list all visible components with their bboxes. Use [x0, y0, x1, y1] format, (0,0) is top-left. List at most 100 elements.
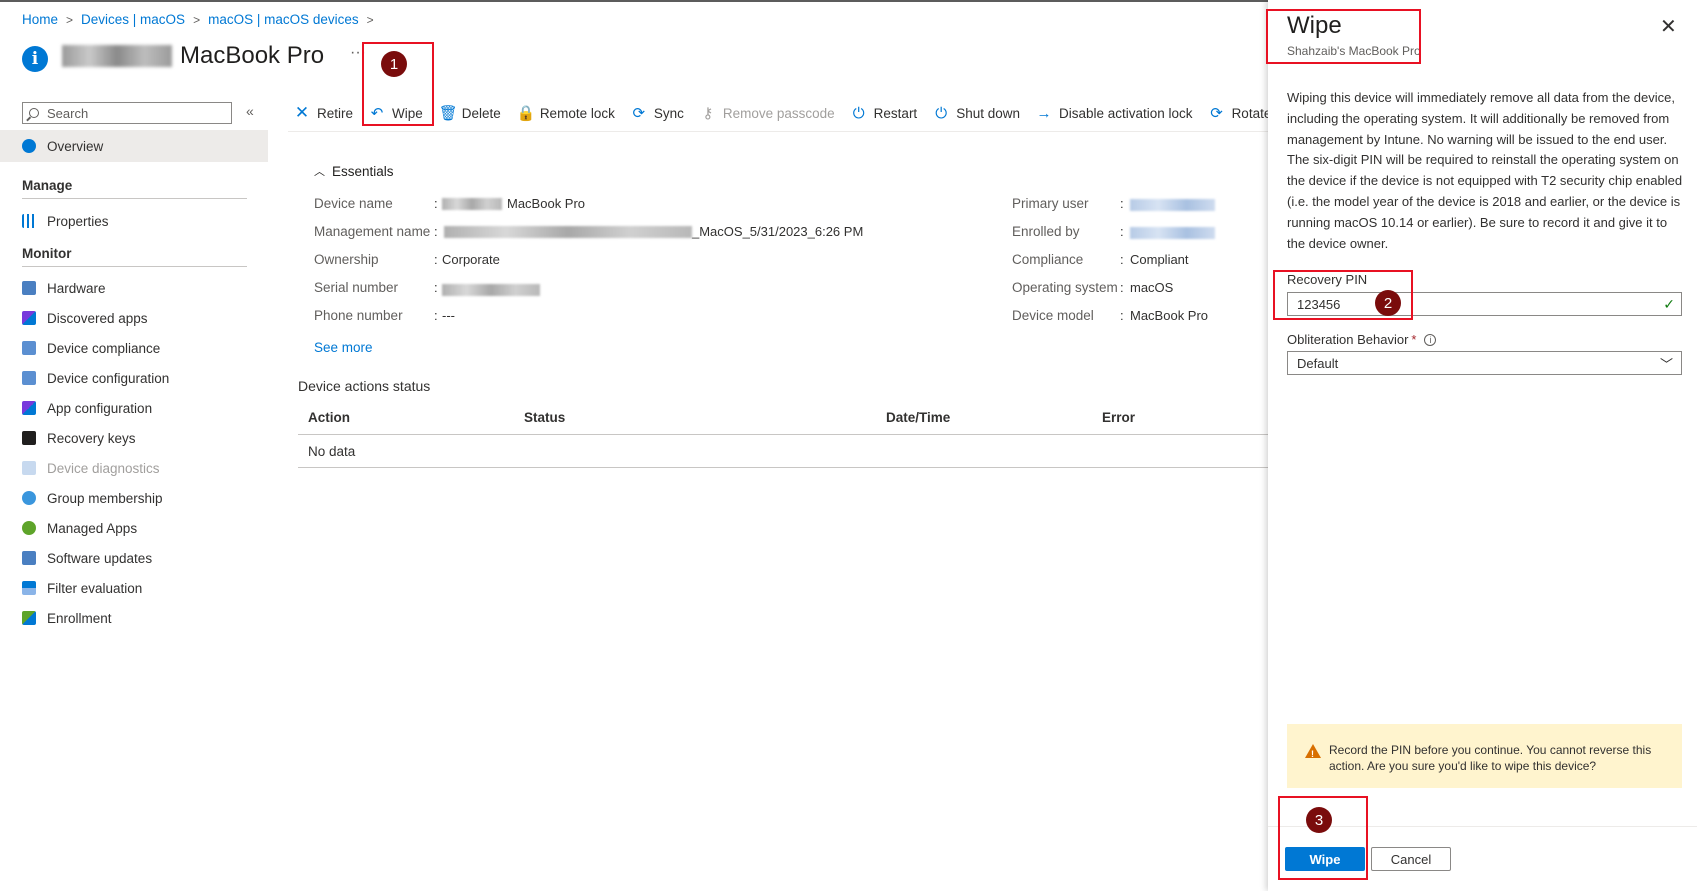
apps-icon: [22, 311, 36, 325]
shut-down-label: Shut down: [956, 105, 1020, 121]
enrollment-icon: [22, 611, 36, 625]
breadcrumb-home[interactable]: Home: [22, 12, 58, 27]
callout-highlight-panel-title: [1266, 9, 1421, 64]
column-header-action[interactable]: Action: [308, 410, 350, 425]
restart-button[interactable]: ⏻ Restart: [851, 105, 917, 122]
sync-label: Sync: [653, 105, 684, 121]
delete-button[interactable]: 🗑 Delete: [439, 104, 501, 122]
key-icon: ⚷: [702, 105, 714, 122]
redacted-text: [444, 225, 692, 238]
checkmark-icon: ✓: [1663, 295, 1675, 312]
divider: [298, 434, 1268, 435]
software-updates-icon: [22, 551, 36, 565]
power-icon: ⏻: [935, 104, 948, 122]
field-label: Ownership: [314, 252, 379, 267]
device-model-value: MacBook Pro: [1130, 308, 1209, 323]
sidebar-item-properties[interactable]: Properties: [0, 205, 268, 237]
sidebar-item-software-updates[interactable]: Software updates: [0, 542, 268, 574]
dropdown-selected-value: Default: [1297, 355, 1339, 371]
manage-section-header: Manage: [22, 178, 73, 193]
sync-button[interactable]: ⟳ Sync: [631, 104, 684, 122]
sidebar-item-label: Properties: [47, 213, 109, 229]
enrolled-by-value[interactable]: [1130, 227, 1215, 239]
sidebar-item-label: Device compliance: [47, 340, 161, 356]
sidebar-item-device-configuration[interactable]: Device configuration: [0, 362, 268, 394]
obliteration-behavior-dropdown[interactable]: Default ﹀: [1287, 351, 1682, 375]
redacted-text: [442, 197, 502, 210]
essentials-enrolled-by: Enrolled by: [1012, 224, 1080, 239]
sidebar-item-label: Device configuration: [47, 370, 170, 386]
chevron-right-icon: >: [366, 12, 374, 27]
colon: :: [1120, 224, 1124, 239]
essentials-device-name: Device name: [314, 196, 393, 211]
managed-apps-icon: [22, 521, 36, 535]
breadcrumb-macos-devices[interactable]: macOS | macOS devices: [208, 12, 359, 27]
essentials-device-model: Device model: [1012, 308, 1094, 323]
disable-activation-lock-button[interactable]: → Disable activation lock: [1036, 104, 1192, 122]
sidebar-item-label: Device diagnostics: [47, 460, 160, 476]
sidebar-item-label: Group membership: [47, 490, 163, 506]
command-bar: ✕ Retire ↶ Wipe 🗑 Delete 🔒 Remote lock ⟳…: [294, 100, 1305, 126]
info-icon[interactable]: i: [1424, 333, 1437, 346]
chevron-right-icon: >: [66, 12, 74, 27]
colon: :: [1120, 196, 1124, 211]
sidebar-item-label: Software updates: [47, 550, 153, 566]
sidebar-item-discovered-apps[interactable]: Discovered apps: [0, 302, 268, 334]
sidebar-item-hardware[interactable]: Hardware: [0, 272, 268, 304]
info-icon: i: [22, 46, 48, 72]
breadcrumb-devices-macos[interactable]: Devices | macOS: [81, 12, 185, 27]
remove-passcode-button: ⚷ Remove passcode: [700, 104, 834, 122]
sidebar-item-device-compliance[interactable]: Device compliance: [0, 332, 268, 364]
sidebar-item-label: Overview: [47, 138, 104, 154]
sidebar-item-label: Managed Apps: [47, 520, 138, 536]
monitor-section-header: Monitor: [22, 246, 72, 261]
essentials-title: Essentials: [332, 163, 394, 179]
redacted-text: [442, 284, 540, 296]
essentials-ownership: Ownership: [314, 252, 379, 267]
sidebar-item-label: App configuration: [47, 400, 153, 416]
empty-state-text: No data: [308, 444, 356, 459]
callout-badge-2: 2: [1375, 290, 1401, 316]
warning-message: Record the PIN before you continue. You …: [1287, 724, 1682, 788]
column-header-status[interactable]: Status: [524, 410, 565, 425]
colon: :: [434, 196, 438, 211]
sidebar-item-overview[interactable]: Overview: [0, 130, 268, 162]
essentials-management-name: Management name: [314, 224, 430, 239]
essentials-toggle[interactable]: ︿ Essentials: [314, 163, 394, 179]
sidebar-item-label: Hardware: [47, 280, 106, 296]
sidebar-item-label: Recovery keys: [47, 430, 136, 446]
divider: [298, 467, 1268, 468]
sidebar-item-device-diagnostics: Device diagnostics: [0, 452, 268, 484]
essentials-operating-system: Operating system: [1012, 280, 1118, 295]
primary-user-value[interactable]: [1130, 199, 1215, 211]
sidebar-item-group-membership[interactable]: Group membership: [0, 482, 268, 514]
redacted-link[interactable]: [1130, 199, 1215, 211]
filter-icon: [22, 581, 36, 595]
close-icon[interactable]: ✕: [1660, 14, 1677, 39]
warning-icon: [1305, 744, 1321, 762]
collapse-sidebar-icon[interactable]: «: [246, 103, 254, 119]
see-more-link[interactable]: See more: [314, 340, 373, 355]
divider: [22, 198, 247, 199]
cancel-button[interactable]: Cancel: [1371, 847, 1451, 871]
sidebar-item-filter-evaluation[interactable]: Filter evaluation: [0, 572, 268, 604]
remote-lock-button[interactable]: 🔒 Remote lock: [517, 104, 615, 122]
sidebar-item-app-configuration[interactable]: App configuration: [0, 392, 268, 424]
chevron-up-icon: ︿: [314, 166, 325, 178]
search-input[interactable]: Search: [22, 102, 232, 124]
lock-icon: 🔒: [516, 105, 536, 122]
column-header-datetime[interactable]: Date/Time: [886, 410, 950, 425]
column-header-error[interactable]: Error: [1102, 410, 1135, 425]
required-asterisk: *: [1411, 332, 1417, 347]
value-text: MacBook Pro: [507, 196, 586, 211]
arrow-right-icon: →: [1036, 104, 1052, 122]
retire-button[interactable]: ✕ Retire: [294, 103, 353, 123]
divider: [22, 266, 247, 267]
sidebar-item-managed-apps[interactable]: Managed Apps: [0, 512, 268, 544]
redacted-link[interactable]: [1130, 227, 1215, 239]
sidebar-item-enrollment[interactable]: Enrollment: [0, 602, 268, 634]
close-icon: ✕: [294, 103, 310, 122]
shut-down-button[interactable]: ⏻ Shut down: [933, 105, 1020, 122]
delete-label: Delete: [461, 105, 501, 121]
sidebar-item-recovery-keys[interactable]: Recovery keys: [0, 422, 268, 454]
